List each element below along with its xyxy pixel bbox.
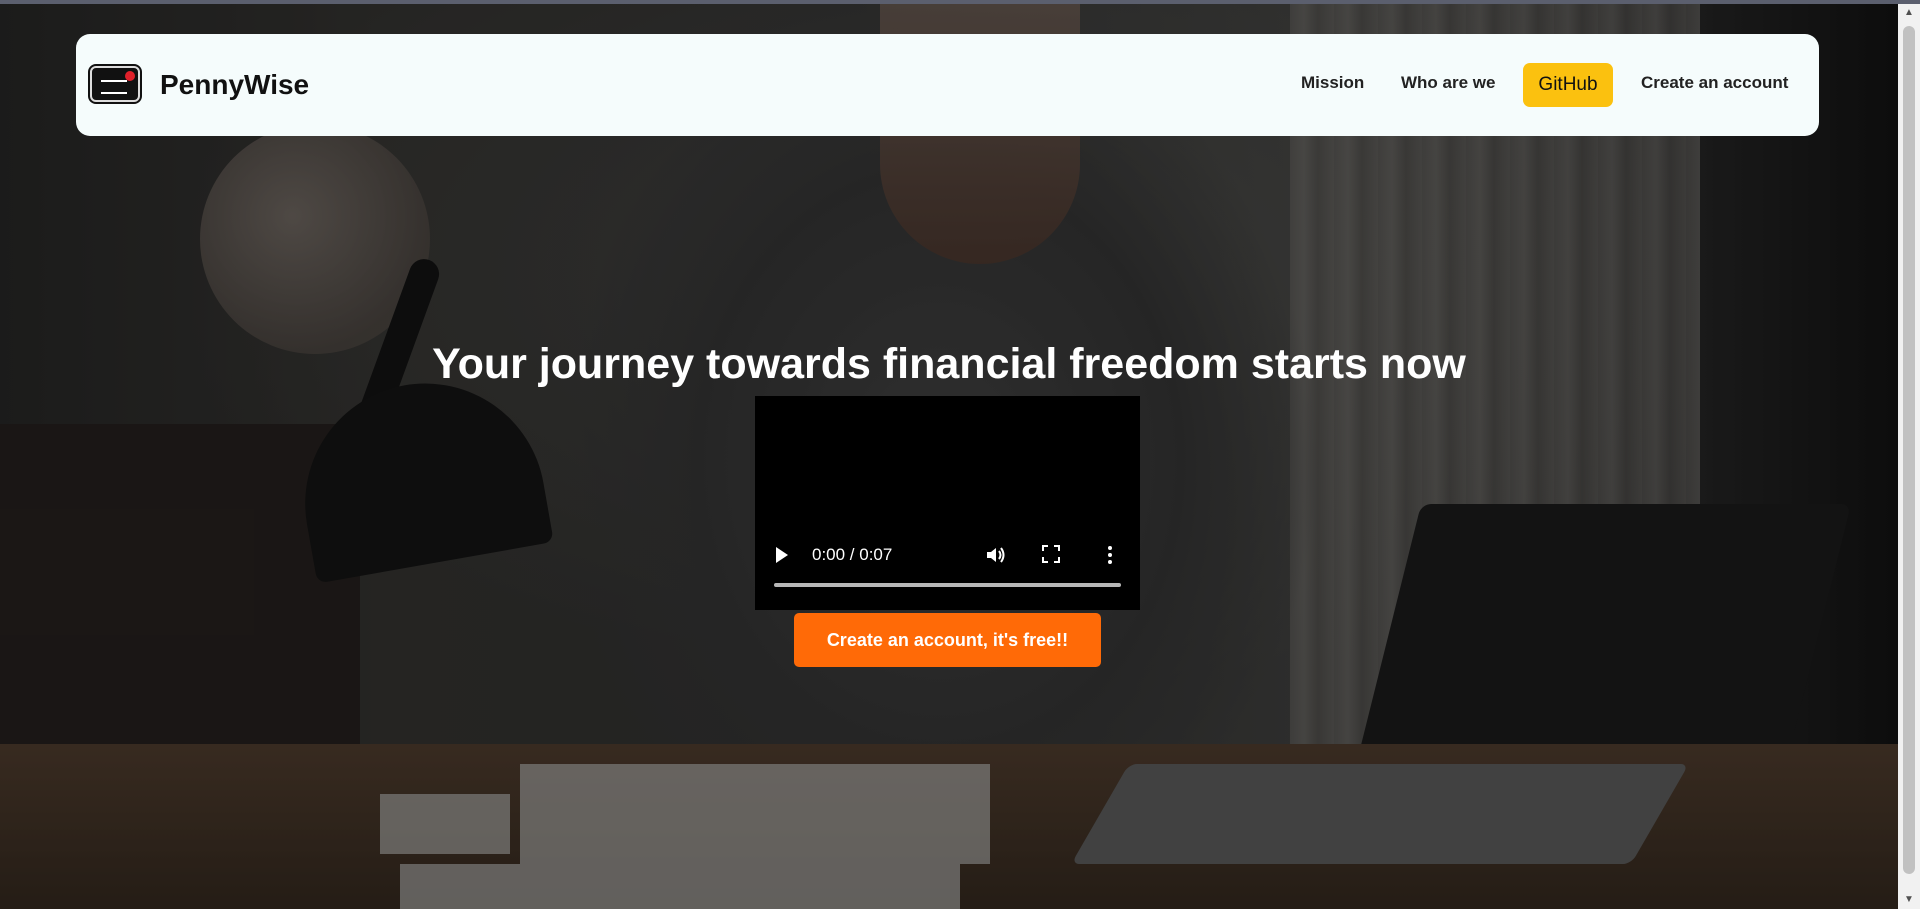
fullscreen-icon[interactable] [1042, 545, 1060, 563]
scrollbar-thumb[interactable] [1903, 26, 1915, 874]
logo-icon[interactable] [90, 66, 140, 102]
video-time: 0:00 / 0:07 [812, 545, 893, 564]
top-navbar: PennyWise Mission Who are we GitHub Crea… [76, 34, 1819, 136]
video-progress-track[interactable] [774, 583, 1121, 587]
nav-link-create-account[interactable]: Create an account [1641, 72, 1788, 94]
hero-title: Your journey towards financial freedom s… [432, 340, 1466, 388]
more-options-icon[interactable] [1107, 545, 1113, 565]
github-button[interactable]: GitHub [1523, 63, 1613, 107]
nav-link-mission[interactable]: Mission [1301, 72, 1364, 94]
play-icon[interactable] [776, 547, 788, 563]
page-scrollbar[interactable]: ▲ ▼ [1898, 4, 1920, 909]
volume-icon[interactable] [984, 544, 1006, 566]
scroll-up-icon[interactable]: ▲ [1898, 4, 1920, 22]
scroll-down-icon[interactable]: ▼ [1898, 891, 1920, 909]
brand-name[interactable]: PennyWise [160, 68, 309, 102]
nav-link-who-are-we[interactable]: Who are we [1401, 72, 1495, 94]
create-account-cta-button[interactable]: Create an account, it's free!! [794, 613, 1101, 667]
video-player[interactable]: 0:00 / 0:07 [755, 396, 1140, 610]
